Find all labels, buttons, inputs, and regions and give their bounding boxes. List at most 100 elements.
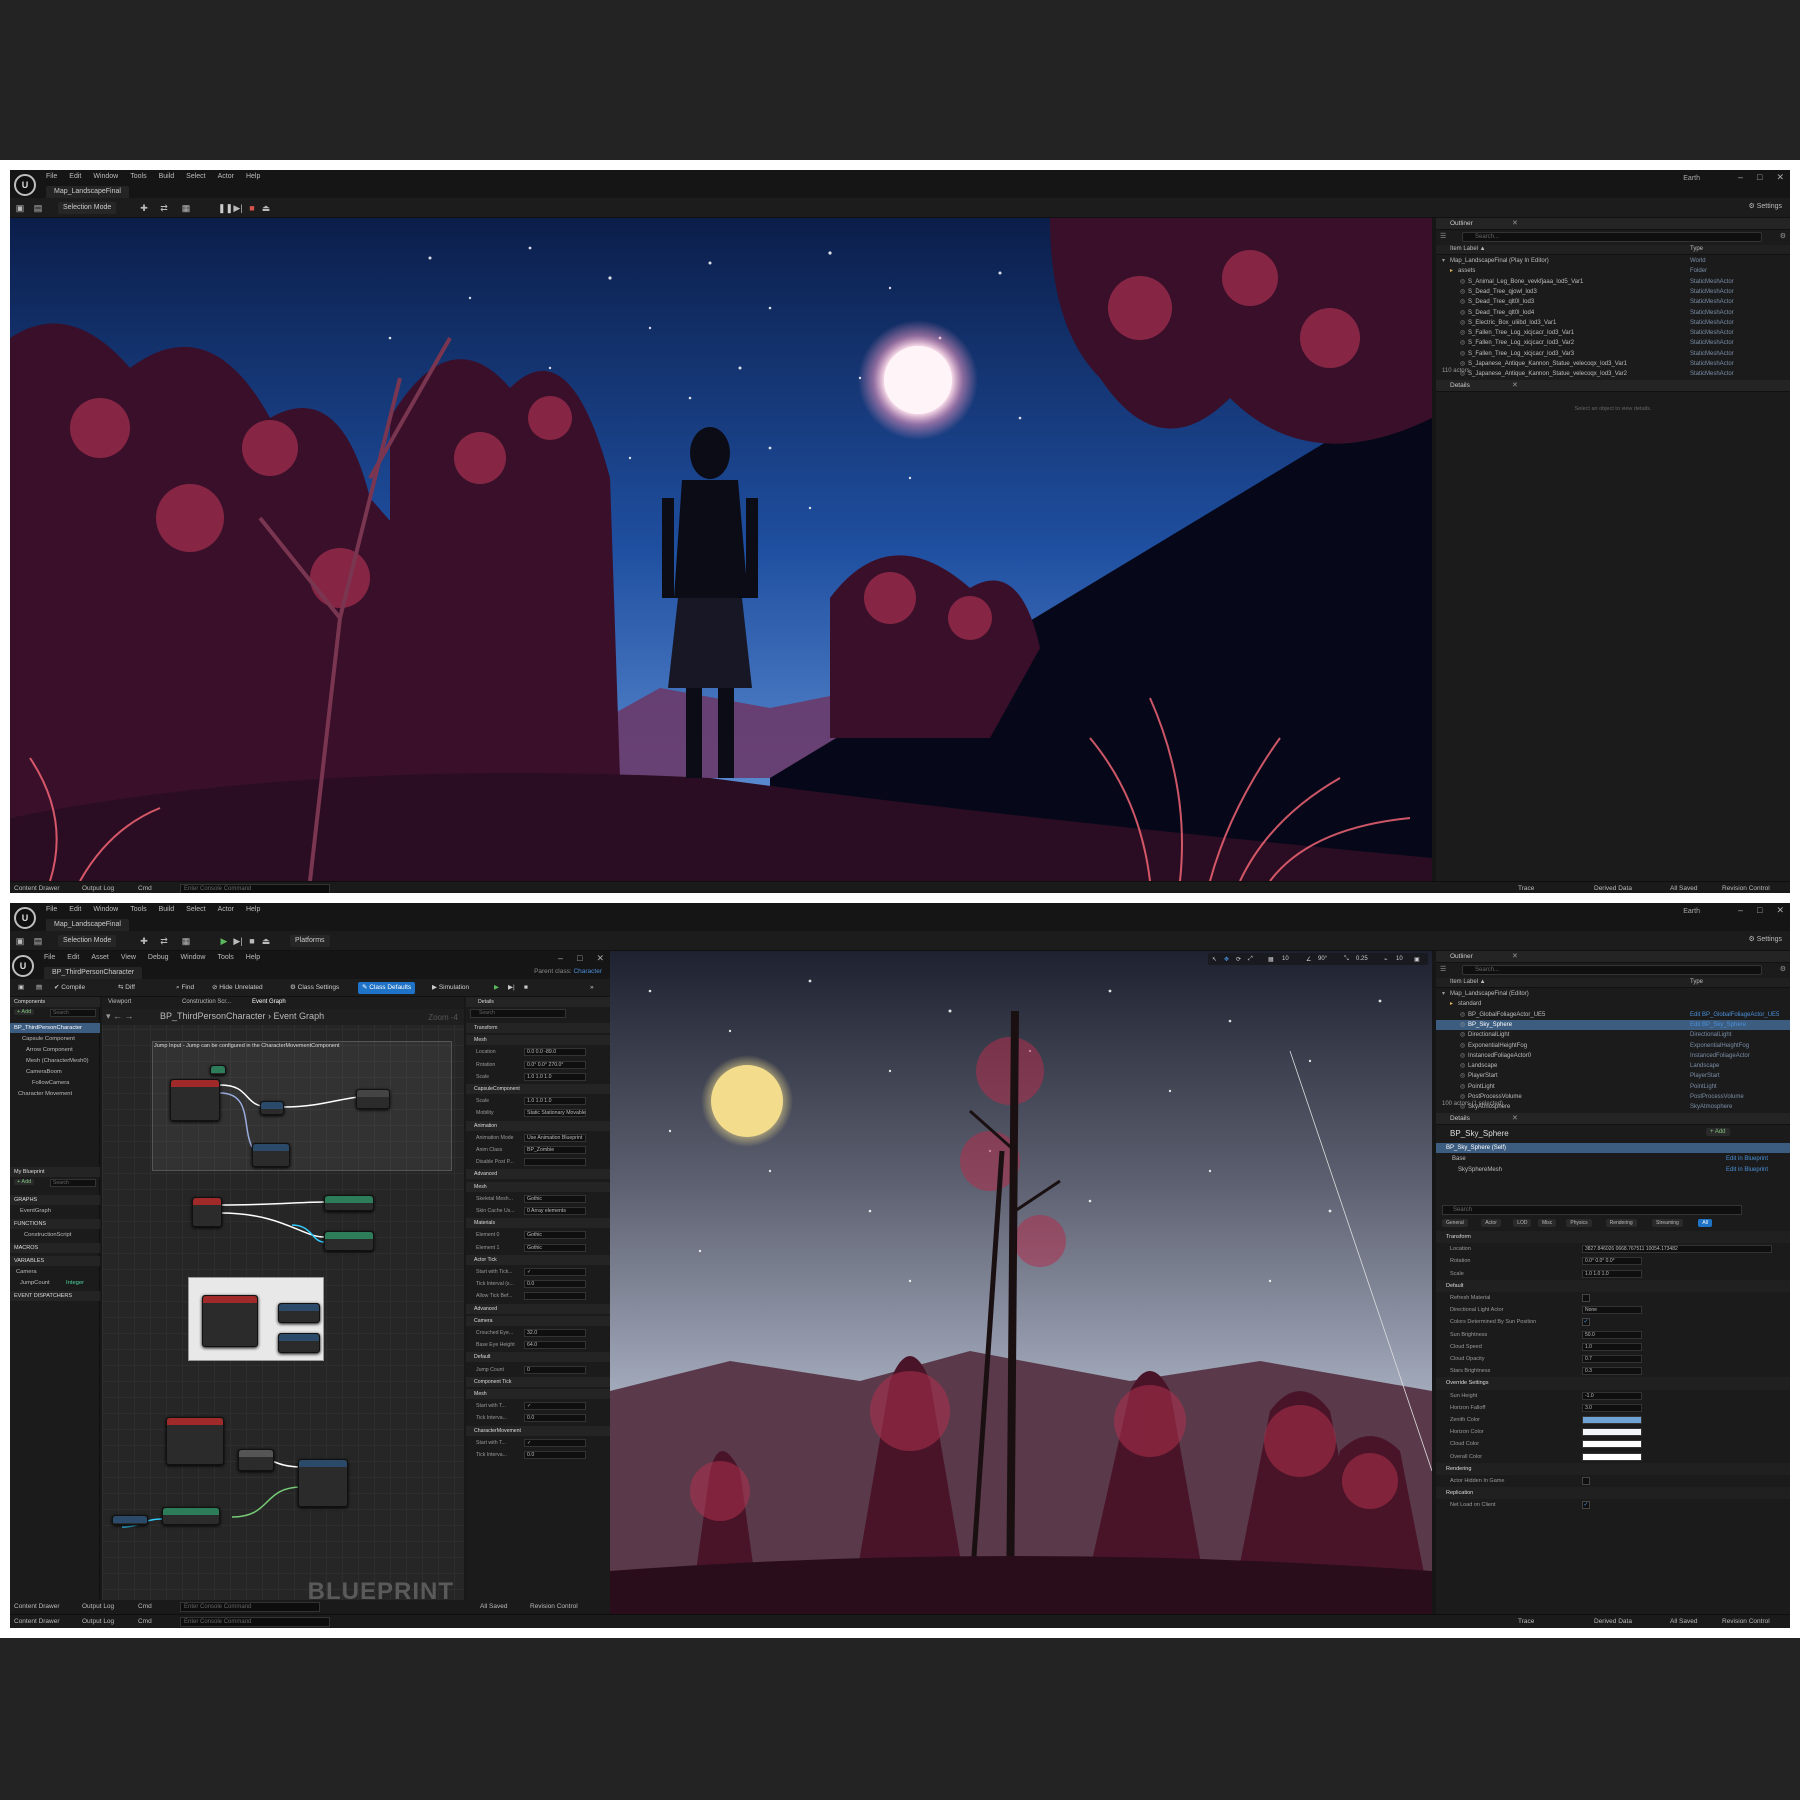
outliner-row[interactable]: ▸ assets Folder [1436, 266, 1790, 276]
category-tab-physics[interactable]: Physics [1566, 1219, 1592, 1227]
details-property[interactable]: Mobility Static Stationary Movable [466, 1108, 610, 1118]
property-value[interactable]: -1.0 [1582, 1391, 1642, 1400]
property-value[interactable]: None [1582, 1306, 1642, 1315]
category-tab-streaming[interactable]: Streaming [1652, 1219, 1683, 1227]
outliner-row[interactable]: ◎ BP_Sky_Sphere Edit BP_Sky_Sphere [1436, 1019, 1790, 1031]
component-item[interactable]: Arrow Component [10, 1045, 100, 1055]
unreal-logo-icon[interactable]: U [12, 955, 34, 977]
jump-node[interactable] [260, 1101, 284, 1115]
scale-snap-value[interactable]: 0.25 [1356, 956, 1368, 962]
components-search-input[interactable]: Search [50, 1009, 96, 1017]
property-checkbox[interactable] [1582, 1294, 1590, 1302]
outliner-row[interactable]: ◎ S_Fallen_Tree_Log_xicjcacr_lod3_Var1 Sta… [1436, 328, 1790, 338]
outliner-row[interactable]: ◎ S_Japanese_Antique_Kannon_Statue_veleco… [1436, 369, 1790, 379]
blueprint-tab[interactable]: BP_ThirdPersonCharacter [44, 967, 143, 979]
settings-button[interactable]: ⚙ Settings [1748, 202, 1782, 210]
property-row[interactable]: Cloud Opacity 0.7 [1436, 1353, 1790, 1365]
output-log-button[interactable]: Output Log [82, 1617, 114, 1627]
add-movement-input-node[interactable] [324, 1231, 374, 1251]
details-search-input[interactable]: Search [470, 1009, 566, 1018]
menu-actor[interactable]: Actor [218, 173, 234, 180]
menu-edit[interactable]: Edit [69, 906, 81, 913]
category-tab-misc[interactable]: Misc [1538, 1219, 1557, 1227]
event-graph-item[interactable]: EventGraph [10, 1206, 100, 1216]
get-control-rotation-node[interactable] [162, 1507, 220, 1525]
details-property[interactable]: Tick Interval (s... 0.0 [466, 1279, 610, 1289]
property-value[interactable]: Gothic [524, 1243, 586, 1252]
details-property[interactable]: Jump Count 0 [466, 1365, 610, 1375]
variable-get-node[interactable] [112, 1515, 148, 1525]
property-checkbox[interactable] [1582, 1477, 1590, 1485]
property-value[interactable]: 0.0 0.0 -89.0 [524, 1048, 586, 1057]
details-section[interactable]: Advanced [466, 1169, 610, 1180]
details-property[interactable]: Element 1 Gothic [466, 1243, 610, 1253]
outliner-row[interactable]: ◎ S_Electric_Box_uliibd_lod3_Var1 StaticMe… [1436, 318, 1790, 328]
details-property[interactable]: Start with T... ✓ [466, 1438, 610, 1448]
add-component-button[interactable]: + Add [14, 1009, 35, 1015]
close-icon[interactable]: ✕ [1776, 905, 1784, 916]
component-item[interactable]: BP_ThirdPersonCharacter [10, 1023, 100, 1033]
simulation-button[interactable]: ▶ Simulation [428, 982, 473, 994]
property-value[interactable]: 1.0 1.0 1.0 [524, 1072, 586, 1081]
outliner-row[interactable]: ◎ PointLight PointLight [1436, 1082, 1790, 1092]
category-tab-all[interactable]: All [1698, 1219, 1712, 1227]
outliner-row[interactable]: ◎ BP_GlobalFoliageActor_UE5 Edit BP_Global… [1436, 1010, 1790, 1020]
outliner-row[interactable]: ◎ ExponentialHeightFog ExponentialHeightFo… [1436, 1041, 1790, 1051]
variables-section[interactable]: VARIABLES [10, 1256, 100, 1266]
functions-section[interactable]: FUNCTIONS [10, 1219, 100, 1229]
browse-icon[interactable]: ▤ [32, 982, 46, 994]
content-icon[interactable]: ▤ [32, 202, 44, 214]
details-section[interactable]: Mesh [466, 1181, 610, 1192]
details-property[interactable]: Start with T... ✓ [466, 1401, 610, 1411]
property-value[interactable]: 0.0 [524, 1451, 586, 1459]
blueprints-icon[interactable]: ⇄ [158, 935, 170, 947]
property-value[interactable]: Static Stationary Movable [524, 1109, 586, 1118]
menu-select[interactable]: Select [186, 173, 205, 180]
menu-window[interactable]: Window [93, 173, 118, 180]
property-row[interactable]: Scale 1.0 1.0 1.0 [1436, 1268, 1790, 1280]
output-log-button[interactable]: Output Log [82, 1602, 114, 1612]
details-property[interactable]: Element 0 Gothic [466, 1230, 610, 1240]
bp-menu-tools[interactable]: Tools [217, 954, 233, 961]
skip-icon[interactable]: ▶| [504, 982, 519, 994]
menu-window[interactable]: Window [93, 906, 118, 913]
property-value[interactable]: 1.0 [1582, 1342, 1642, 1351]
property-value[interactable]: 0.3 [1582, 1367, 1642, 1376]
details-property[interactable]: Base Eye Height 64.0 [466, 1340, 610, 1350]
jump-count-variable[interactable]: JumpCount Integer [10, 1278, 100, 1288]
property-row[interactable]: Horizon Color [1436, 1426, 1790, 1438]
content-drawer-button[interactable]: Content Drawer [14, 1602, 60, 1612]
bp-menu-view[interactable]: View [121, 954, 136, 961]
all-saved-button[interactable]: All Saved [480, 1602, 507, 1612]
add-movement-node[interactable] [298, 1459, 348, 1507]
property-section[interactable]: Rendering [1436, 1462, 1790, 1475]
outliner-row[interactable]: ▾ Map_LandscapeFinal (Editor) [1436, 989, 1790, 999]
property-row[interactable]: Cloud Color [1436, 1438, 1790, 1450]
stop-icon[interactable]: ■ [520, 982, 532, 994]
input-action-jump-node[interactable] [170, 1079, 220, 1121]
category-tab-general[interactable]: General [1442, 1219, 1468, 1227]
property-row[interactable]: Actor Hidden In Game [1436, 1475, 1790, 1487]
reroute-node[interactable] [210, 1065, 226, 1075]
property-row[interactable]: Horizon Falloff 3.0 [1436, 1402, 1790, 1414]
details-property[interactable]: Allow Tick Bef... [466, 1291, 610, 1301]
property-value[interactable]: 0.0° 0.0° 270.0° [524, 1060, 586, 1069]
property-value[interactable]: Use Animation Blueprint [524, 1133, 586, 1142]
graphs-section[interactable]: GRAPHS [10, 1195, 100, 1205]
selection-mode-button[interactable]: Selection Mode [58, 202, 117, 214]
color-swatch[interactable] [1582, 1440, 1642, 1449]
revision-control-button[interactable]: Revision Control [530, 1602, 578, 1612]
details-property[interactable]: Animation Mode Use Animation Blueprint [466, 1133, 610, 1143]
outliner-row[interactable]: ◎ S_Dead_Tree_qlt0l_lod4 StaticMeshActor [1436, 308, 1790, 318]
property-row[interactable]: Location 3827.846026 0668.767511 10054.17… [1436, 1243, 1790, 1255]
menu-actor[interactable]: Actor [218, 906, 234, 913]
skip-icon[interactable]: ▶| [232, 935, 244, 947]
details-property[interactable]: Tick Interva... 0.0 [466, 1450, 610, 1460]
bp-menu-window[interactable]: Window [181, 954, 206, 961]
members-search-input[interactable]: Search [50, 1179, 96, 1187]
make-rotator-node[interactable] [238, 1449, 274, 1471]
property-section[interactable]: Replication [1436, 1487, 1790, 1500]
game-viewport[interactable] [10, 218, 1432, 881]
unreal-logo-icon[interactable]: U [14, 174, 36, 196]
outliner-row[interactable]: ◎ PlayerStart PlayerStart [1436, 1071, 1790, 1081]
